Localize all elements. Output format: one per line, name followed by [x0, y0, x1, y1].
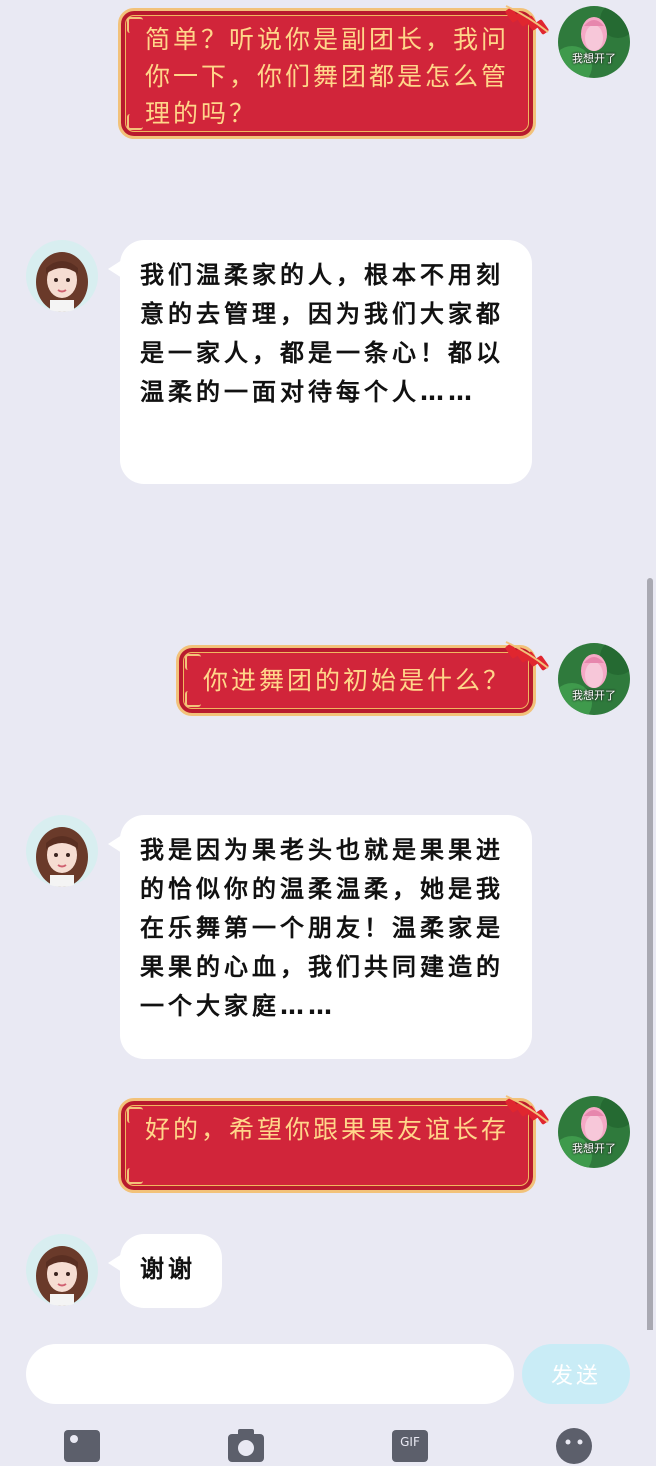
emoji-icon[interactable]: [554, 1426, 594, 1466]
message-text: 简单？听说你是副团长，我问你一下，你们舞团都是怎么管理的吗？: [145, 25, 510, 128]
avatar-label: 我想开了: [572, 689, 616, 702]
avatar-label: 我想开了: [572, 1142, 616, 1155]
contact-avatar[interactable]: [26, 1234, 98, 1306]
girl-avatar-icon: [26, 815, 98, 887]
lotus-avatar-icon: [558, 1096, 630, 1168]
svg-text:GIF: GIF: [400, 1435, 420, 1449]
send-button[interactable]: 发送: [522, 1344, 630, 1404]
message-text: 谢谢: [140, 1255, 196, 1283]
bubble-tail: [108, 1254, 122, 1272]
received-message-bubble[interactable]: 谢谢: [108, 1234, 222, 1308]
avatar-label: 我想开了: [572, 52, 616, 65]
image-icon[interactable]: [62, 1426, 102, 1466]
self-avatar[interactable]: 我想开了: [558, 6, 630, 78]
sent-message-bubble[interactable]: 好的，希望你跟果果友谊长存: [118, 1098, 536, 1193]
message-text: 你进舞团的初始是什么？: [203, 666, 512, 695]
self-avatar[interactable]: 我想开了: [558, 643, 630, 715]
firecracker-decoration-icon: [505, 1095, 549, 1125]
contact-avatar[interactable]: [26, 815, 98, 887]
lotus-avatar-icon: [558, 6, 630, 78]
bubble-tail: [108, 260, 122, 278]
firecracker-decoration-icon: [505, 5, 549, 35]
received-message-bubble[interactable]: 我们温柔家的人，根本不用刻意的去管理，因为我们大家都是一家人，都是一条心！都以温…: [108, 240, 532, 484]
sent-message-bubble[interactable]: 你进舞团的初始是什么？: [176, 645, 536, 716]
contact-avatar[interactable]: [26, 240, 98, 312]
girl-avatar-icon: [26, 1234, 98, 1306]
camera-icon[interactable]: [226, 1426, 266, 1466]
sent-message-bubble[interactable]: 简单？听说你是副团长，我问你一下，你们舞团都是怎么管理的吗？: [118, 8, 536, 139]
scrollbar[interactable]: [647, 578, 653, 1334]
gif-icon[interactable]: GIF: [390, 1426, 430, 1466]
message-input[interactable]: [26, 1344, 514, 1404]
lotus-avatar-icon: [558, 643, 630, 715]
chat-message-list[interactable]: 简单？听说你是副团长，我问你一下，你们舞团都是怎么管理的吗？ 我想开了 我们温柔…: [0, 0, 656, 1334]
firecracker-decoration-icon: [505, 641, 549, 671]
girl-avatar-icon: [26, 240, 98, 312]
message-text: 好的，希望你跟果果友谊长存: [145, 1115, 510, 1144]
self-avatar[interactable]: 我想开了: [558, 1096, 630, 1168]
received-message-bubble[interactable]: 我是因为果老头也就是果果进的恰似你的温柔温柔，她是我在乐舞第一个朋友！温柔家是果…: [108, 815, 532, 1059]
message-input-bar: 发送 GIF: [0, 1330, 656, 1464]
bubble-tail: [108, 835, 122, 853]
message-text: 我们温柔家的人，根本不用刻意的去管理，因为我们大家都是一家人，都是一条心！都以温…: [140, 261, 504, 406]
message-text: 我是因为果老头也就是果果进的恰似你的温柔温柔，她是我在乐舞第一个朋友！温柔家是果…: [140, 836, 504, 1020]
